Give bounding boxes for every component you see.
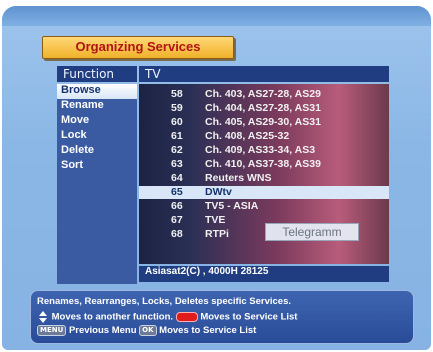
service-number: 59 bbox=[171, 102, 183, 114]
help-description: Renames, Rearranges, Locks, Deletes spec… bbox=[37, 296, 291, 307]
service-name: Reuters WNS bbox=[205, 172, 272, 184]
red-button-icon bbox=[175, 312, 198, 322]
tv-screen: Organizing Services Function TV Browse R… bbox=[2, 6, 431, 350]
service-name: Ch. 404, AS27-28, AS31 bbox=[205, 102, 321, 114]
service-row-58[interactable]: 58 Ch. 403, AS27-28, AS29 bbox=[139, 88, 389, 101]
function-header: Function bbox=[57, 66, 137, 82]
function-item-sort[interactable]: Sort bbox=[57, 159, 137, 174]
service-number: 64 bbox=[171, 172, 183, 184]
service-row-59[interactable]: 59 Ch. 404, AS27-28, AS31 bbox=[139, 102, 389, 115]
service-name: TV5 - ASIA bbox=[205, 200, 259, 212]
help-line-navigation: Moves to another function. Moves to Serv… bbox=[37, 311, 297, 323]
service-name: TVE bbox=[205, 214, 226, 226]
service-row-64[interactable]: 64 Reuters WNS bbox=[139, 172, 389, 185]
service-list-header: TV bbox=[139, 66, 389, 82]
service-number: 60 bbox=[171, 116, 183, 128]
service-name: DWtv bbox=[205, 186, 232, 198]
preview-overlay-text: Telegramm bbox=[265, 223, 359, 241]
service-number: 62 bbox=[171, 144, 183, 156]
service-name: Ch. 408, AS25-32 bbox=[205, 130, 290, 142]
help-move-function: Moves to another function. bbox=[51, 311, 174, 323]
ok-key-icon: OK bbox=[139, 325, 157, 336]
service-name: RTPi bbox=[205, 228, 229, 240]
up-down-arrow-icon bbox=[37, 311, 49, 323]
function-header-label: Function bbox=[63, 67, 115, 81]
help-line-menu: MENU Previous Menu OK Moves to Service L… bbox=[37, 325, 256, 337]
service-row-60[interactable]: 60 Ch. 405, AS29-30, AS31 bbox=[139, 116, 389, 129]
service-row-63[interactable]: 63 Ch. 410, AS37-38, AS39 bbox=[139, 158, 389, 171]
service-number: 61 bbox=[171, 130, 183, 142]
service-number: 68 bbox=[171, 228, 183, 240]
function-item-browse[interactable]: Browse bbox=[57, 84, 137, 99]
service-name: Ch. 403, AS27-28, AS29 bbox=[205, 88, 321, 100]
page-title: Organizing Services bbox=[75, 39, 201, 54]
menu-key-icon: MENU bbox=[37, 325, 67, 336]
service-row-61[interactable]: 61 Ch. 408, AS25-32 bbox=[139, 130, 389, 143]
satellite-info-bar: Asiasat2(C) , 4000H 28125 bbox=[139, 266, 389, 282]
help-box: Renames, Rearranges, Locks, Deletes spec… bbox=[30, 290, 414, 344]
service-name: Ch. 409, AS33-34, AS3 bbox=[205, 144, 316, 156]
service-number: 66 bbox=[171, 200, 183, 212]
function-list: Browse Rename Move Lock Delete Sort bbox=[57, 84, 137, 284]
function-item-move[interactable]: Move bbox=[57, 114, 137, 129]
help-ok-action: Moves to Service List bbox=[159, 325, 257, 337]
top-band bbox=[2, 6, 431, 26]
service-number: 65 bbox=[171, 186, 183, 198]
title-box: Organizing Services bbox=[42, 36, 234, 59]
satellite-info: Asiasat2(C) , 4000H 28125 bbox=[145, 266, 269, 277]
service-row-62[interactable]: 62 Ch. 409, AS33-34, AS3 bbox=[139, 144, 389, 157]
service-list-header-label: TV bbox=[145, 67, 161, 81]
function-item-rename[interactable]: Rename bbox=[57, 99, 137, 114]
function-item-delete[interactable]: Delete bbox=[57, 144, 137, 159]
service-name: Ch. 405, AS29-30, AS31 bbox=[205, 116, 321, 128]
service-number: 63 bbox=[171, 158, 183, 170]
service-number: 58 bbox=[171, 88, 183, 100]
service-row-66[interactable]: 66 TV5 - ASIA bbox=[139, 200, 389, 213]
service-list: 58 Ch. 403, AS27-28, AS29 59 Ch. 404, AS… bbox=[139, 84, 389, 264]
function-item-lock[interactable]: Lock bbox=[57, 129, 137, 144]
help-red-action: Moves to Service List bbox=[200, 311, 298, 323]
service-number: 67 bbox=[171, 214, 183, 226]
service-name: Ch. 410, AS37-38, AS39 bbox=[205, 158, 321, 170]
help-previous-menu: Previous Menu bbox=[68, 325, 137, 337]
service-row-65-selected[interactable]: 65 DWtv bbox=[139, 186, 389, 199]
